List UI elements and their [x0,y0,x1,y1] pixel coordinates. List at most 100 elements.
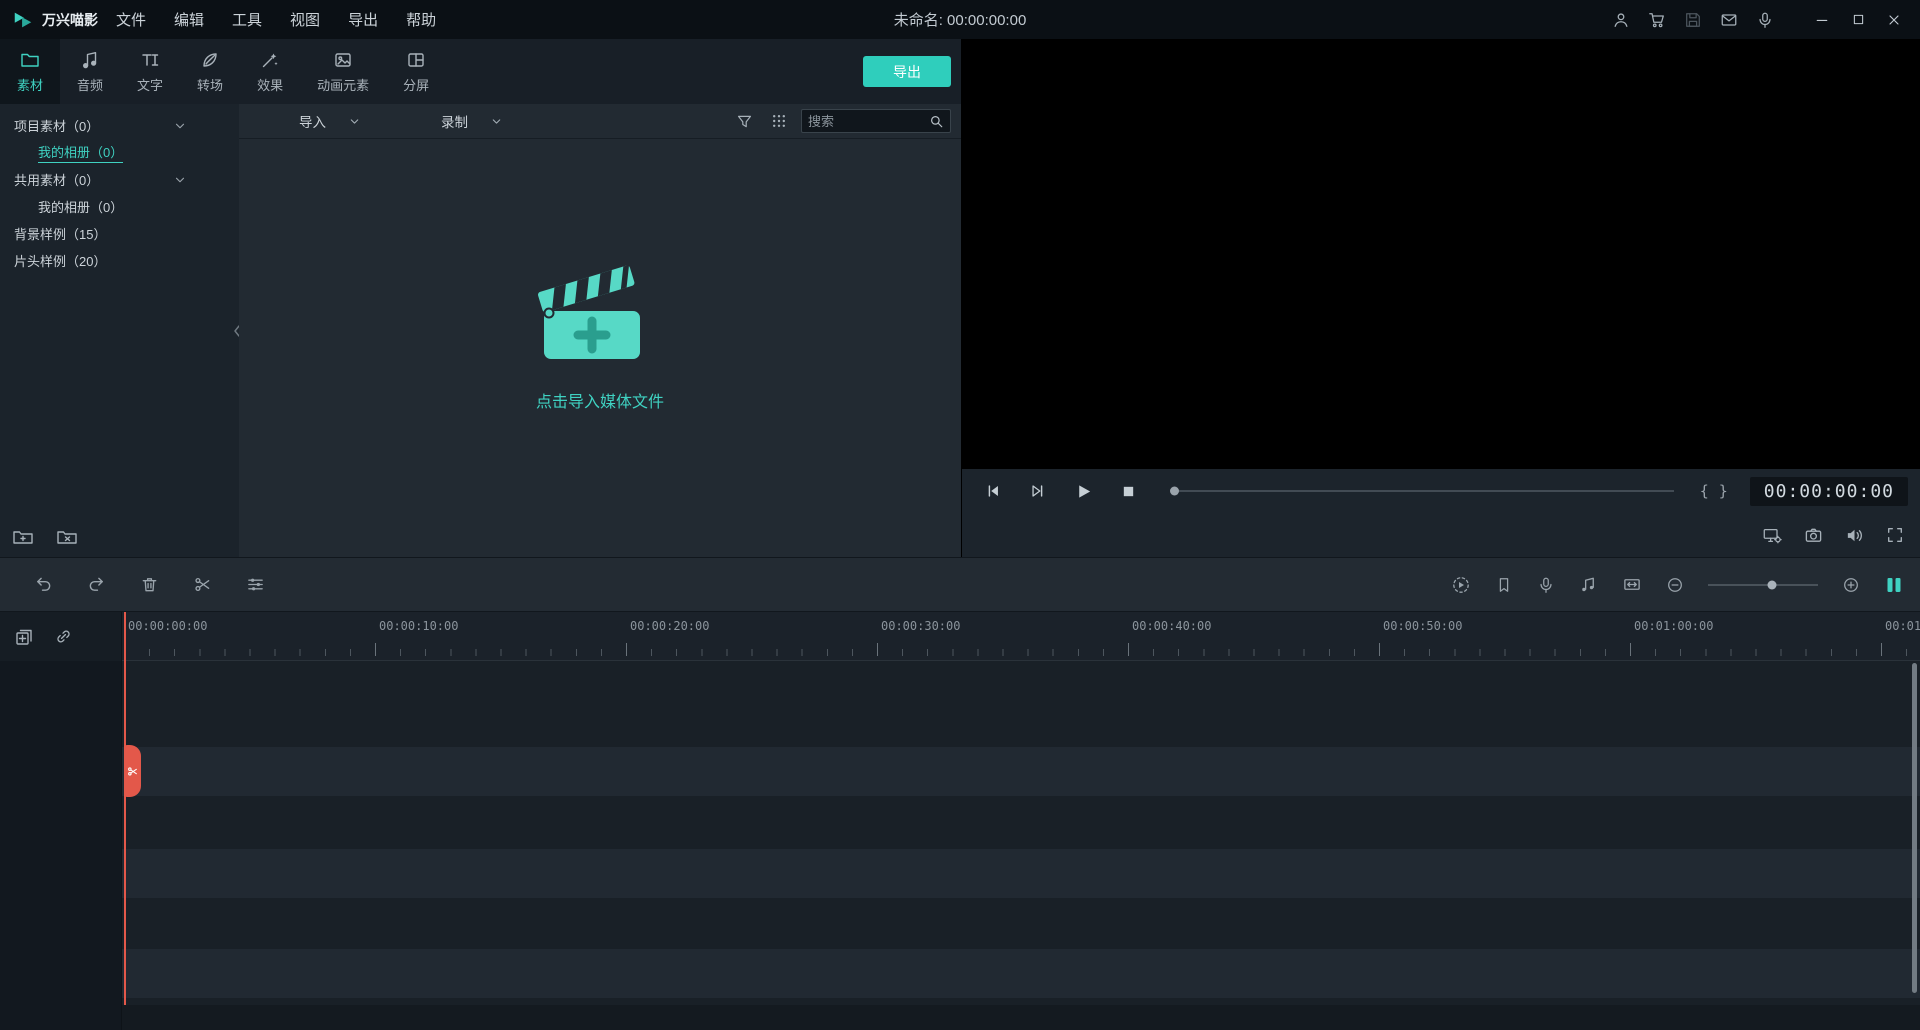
audio-mixer-icon[interactable] [1579,575,1598,594]
tab-audio-label: 音频 [77,77,104,93]
playhead-handle[interactable] [124,745,141,797]
mark-out-button[interactable]: } [1719,482,1728,500]
tab-media[interactable]: 素材 [0,39,61,104]
stop-button[interactable] [1120,483,1137,500]
menu-file[interactable]: 文件 [116,9,146,30]
mark-in-button[interactable]: { [1700,482,1709,500]
seek-slider-handle[interactable] [1170,486,1179,496]
undo-icon[interactable] [34,575,53,594]
record-dropdown[interactable]: 录制 [441,111,503,131]
preview-canvas [962,39,1920,469]
tab-text[interactable]: 文字 [120,39,180,104]
step-backward-button[interactable] [984,482,1002,500]
tab-media-label: 素材 [17,77,44,93]
grid-view-icon[interactable] [771,113,787,129]
menu-view[interactable]: 视图 [290,9,320,30]
chevron-down-icon[interactable] [173,119,187,133]
menu-edit[interactable]: 编辑 [174,9,204,30]
tab-elements-label: 动画元素 [317,77,370,93]
media-library-panel: 素材 音频 文字 转场 效果 动画元素 分屏 导出 项目素材（0） 我的相册（0… [0,39,961,557]
timeline-zoom-slider[interactable] [1708,580,1818,589]
chevron-down-icon[interactable] [173,173,187,187]
track-lane-video-1[interactable] [122,849,1920,898]
tab-audio[interactable]: 音频 [60,39,120,104]
volume-icon[interactable] [1845,526,1864,545]
link-icon[interactable] [54,627,73,646]
sidebar-item-intro-samples[interactable]: 片头样例（20） [0,247,239,274]
sidebar-item-shared-media[interactable]: 共用素材（0） [0,166,239,193]
split-scissors-icon[interactable] [193,575,212,594]
microphone-icon[interactable] [1756,11,1774,29]
track-header-column [0,661,122,1030]
scissors-icon [127,766,138,777]
search-input[interactable] [808,113,929,129]
voiceover-mic-icon[interactable] [1537,576,1555,594]
delete-folder-icon[interactable] [56,527,78,547]
marker-icon[interactable] [1495,576,1513,594]
track-lane-video-2[interactable] [122,747,1920,796]
track-manager-icon[interactable] [1884,575,1904,595]
sidebar-item-my-album-project[interactable]: 我的相册（0） [0,139,239,166]
display-settings-icon[interactable] [1762,526,1782,545]
mail-icon[interactable] [1720,11,1738,29]
add-media-to-track-icon[interactable] [14,627,34,647]
chevron-down-icon [490,115,503,128]
seek-slider[interactable] [1170,486,1674,496]
snapshot-camera-icon[interactable] [1804,526,1823,545]
zoom-in-icon[interactable] [1842,576,1860,594]
media-toolbar: 导入 录制 [239,104,961,139]
menu-tools[interactable]: 工具 [232,9,262,30]
tab-effects-label: 效果 [257,77,284,93]
tab-splitscreen[interactable]: 分屏 [386,39,446,104]
playback-controls: { } 00:00:00:00 [962,469,1920,513]
media-browser: 导入 录制 搜索 点击导入媒体文件 [239,104,961,557]
zoom-out-icon[interactable] [1666,576,1684,594]
titlebar: 万兴喵影 文件 编辑 工具 视图 导出 帮助 未命名: 00:00:00:00 [0,0,1920,39]
redo-icon[interactable] [87,575,106,594]
app-logo: 万兴喵影 [0,9,116,31]
render-preview-icon[interactable] [1451,575,1471,595]
tab-effects[interactable]: 效果 [240,39,300,104]
document-title: 未命名: 00:00:00:00 [893,12,1027,29]
adjust-sliders-icon[interactable] [246,575,265,594]
tab-text-label: 文字 [137,77,164,93]
fit-timeline-icon[interactable] [1622,575,1642,594]
search-box [801,109,951,133]
save-icon[interactable] [1684,11,1702,29]
close-button[interactable] [1878,5,1910,35]
sidebar-item-background-samples[interactable]: 背景样例（15） [0,220,239,247]
menu-help[interactable]: 帮助 [406,9,436,30]
import-media-dropzone[interactable]: 点击导入媒体文件 [239,139,961,557]
play-button[interactable] [1074,482,1093,501]
maximize-button[interactable] [1842,5,1874,35]
fullscreen-icon[interactable] [1886,526,1904,544]
sidebar-item-my-album-shared[interactable]: 我的相册（0） [0,193,239,220]
tab-transitions[interactable]: 转场 [180,39,240,104]
playhead-line[interactable] [124,612,126,1005]
user-icon[interactable] [1612,11,1630,29]
track-lane-audio-1[interactable] [122,949,1920,998]
step-forward-button[interactable] [1029,482,1047,500]
minimize-button[interactable] [1806,5,1838,35]
delete-trash-icon[interactable] [140,575,159,594]
record-label: 录制 [441,115,468,130]
add-folder-icon[interactable] [12,527,34,547]
import-hint-text: 点击导入媒体文件 [535,394,664,411]
window-controls [1806,5,1910,35]
tab-transitions-label: 转场 [197,77,224,93]
menubar: 文件 编辑 工具 视图 导出 帮助 [116,9,436,30]
tab-elements[interactable]: 动画元素 [300,39,386,104]
timeline-body: 2 [0,661,1920,1030]
image-icon [333,50,353,70]
timeline-vertical-scrollbar[interactable] [1912,663,1917,993]
filter-icon[interactable] [736,113,753,130]
library-tabs: 素材 音频 文字 转场 效果 动画元素 分屏 导出 [0,39,961,104]
timeline-ruler[interactable]: 00:00:00:00 00:00:10:00 00:00:20:00 00:0… [122,612,1920,661]
sidebar-item-project-media[interactable]: 项目素材（0） [0,112,239,139]
menu-export[interactable]: 导出 [348,9,378,30]
import-dropdown[interactable]: 导入 [299,111,361,131]
zoom-slider-handle[interactable] [1767,580,1777,589]
search-icon[interactable] [929,114,944,129]
export-button[interactable]: 导出 [863,56,951,87]
cart-icon[interactable] [1648,11,1666,29]
